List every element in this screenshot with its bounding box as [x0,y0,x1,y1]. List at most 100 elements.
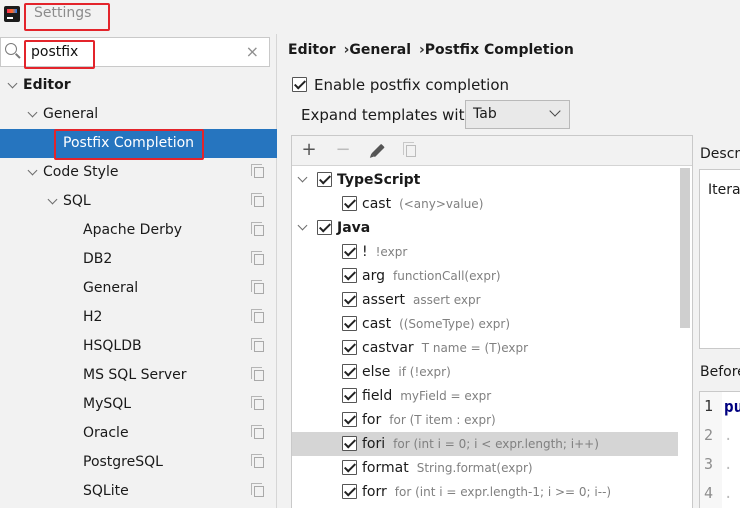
duplicate-template-button[interactable] [400,139,422,161]
sidebar-item-sql[interactable]: SQL [0,187,277,216]
chevron-down-icon[interactable] [298,174,308,184]
template-key: field myField = expr [362,388,492,404]
template-checkbox[interactable] [342,484,357,499]
breadcrumb-item: Postfix Completion [424,42,574,58]
breadcrumb-item[interactable]: Editor [288,42,336,58]
sidebar-item-sqlite[interactable]: SQLite [0,477,277,506]
breadcrumb: Editor ›General ›Postfix Completion [288,42,574,58]
breadcrumb-item[interactable]: General [349,42,411,58]
sidebar-item-label: H2 [83,309,103,325]
project-scope-icon [251,454,264,468]
template-checkbox[interactable] [342,460,357,475]
group-checkbox[interactable] [317,172,332,187]
templates-scrollbar[interactable] [680,168,690,328]
template-row[interactable]: castvar T name = (T)expr [292,336,678,360]
template-checkbox[interactable] [342,196,357,211]
template-checkbox[interactable] [342,364,357,379]
template-row[interactable]: else if (!expr) [292,360,678,384]
expand-key-value: Tab [473,106,497,122]
search-icon [5,43,17,55]
template-checkbox[interactable] [342,292,357,307]
code-indent-dots: . . [724,486,740,502]
sidebar-item-mysql[interactable]: MySQL [0,390,277,419]
sidebar-item-label: MS SQL Server [83,367,187,383]
template-checkbox[interactable] [342,244,357,259]
template-description: for (int i = expr.length-1; i >= 0; i--) [394,485,612,499]
project-scope-icon [251,222,264,236]
template-checkbox[interactable] [342,436,357,451]
sidebar-item-sql-general[interactable]: General [0,274,277,303]
template-row[interactable]: cast (<any>value) [292,192,678,216]
project-scope-icon [251,309,264,323]
before-label: Before [700,364,740,380]
project-scope-icon [251,164,264,178]
project-scope-icon [251,280,264,294]
description-text: Iterat [708,182,740,198]
template-description: functionCall(expr) [392,269,501,283]
sidebar-item-label: Postfix Completion [63,135,195,151]
template-row-selected[interactable]: fori for (int i = 0; i < expr.length; i++… [292,432,678,456]
template-key: cast ((SomeType) expr) [362,316,511,332]
template-row[interactable]: assert assert expr [292,288,678,312]
template-checkbox[interactable] [342,412,357,427]
enable-postfix-checkbox[interactable] [292,77,307,92]
sidebar-item-general[interactable]: General [0,100,277,129]
pencil-icon [371,143,385,158]
edit-template-button[interactable] [366,139,388,161]
clear-search-icon[interactable]: × [246,42,259,62]
template-group-java[interactable]: Java [292,216,678,240]
sidebar-item-label: SQL [63,193,91,209]
enable-postfix-label[interactable]: Enable postfix completion [314,76,509,94]
template-row[interactable]: format String.format(expr) [292,456,678,480]
copy-icon [403,142,416,157]
sidebar-item-editor[interactable]: Editor [0,71,277,100]
search-box: × [0,37,270,67]
template-description: assert expr [413,293,481,307]
chevron-down-icon [549,105,561,117]
template-row[interactable]: forr for (int i = expr.length-1; i >= 0; … [292,480,678,504]
description-label: Descrip [700,146,740,162]
template-checkbox[interactable] [342,388,357,403]
template-key: for for (T item : expr) [362,412,496,428]
template-description: ((SomeType) expr) [399,317,511,331]
sidebar-item-hsqldb[interactable]: HSQLDB [0,332,277,361]
template-row[interactable]: cast ((SomeType) expr) [292,312,678,336]
sidebar-item-ms-sql-server[interactable]: MS SQL Server [0,361,277,390]
expand-key-select[interactable]: Tab [465,100,570,129]
line-number: 2 [704,426,714,444]
template-checkbox[interactable] [342,316,357,331]
sidebar-item-postfix-completion[interactable]: Postfix Completion [0,129,277,158]
template-checkbox[interactable] [342,268,357,283]
sidebar-item-postgresql[interactable]: PostgreSQL [0,448,277,477]
sidebar-item-apache-derby[interactable]: Apache Derby [0,216,277,245]
add-template-button[interactable]: + [298,139,320,161]
template-key: else if (!expr) [362,364,451,380]
template-key: fori for (int i = 0; i < expr.length; i++… [362,436,599,452]
template-description: !expr [375,245,408,259]
sidebar-item-oracle[interactable]: Oracle [0,419,277,448]
templates-panel: + − TypeScript cast (<any>value) Java ! !e… [291,135,693,508]
chevron-down-icon[interactable] [8,80,18,90]
template-row[interactable]: field myField = expr [292,384,678,408]
remove-template-button[interactable]: − [332,139,354,161]
template-row[interactable]: for for (T item : expr) [292,408,678,432]
chevron-down-icon[interactable] [298,222,308,232]
project-scope-icon [251,483,264,497]
template-row[interactable]: arg functionCall(expr) [292,264,678,288]
settings-sidebar: × Editor General Postfix Completion Code… [0,34,277,508]
title-bar: Settings [0,0,740,34]
chevron-down-icon[interactable] [48,196,58,206]
sidebar-item-code-style[interactable]: Code Style [0,158,277,187]
chevron-down-icon[interactable] [28,167,38,177]
template-row[interactable]: ! !expr [292,240,678,264]
group-checkbox[interactable] [317,220,332,235]
template-checkbox[interactable] [342,340,357,355]
line-gutter: 1 2 3 4 [700,392,722,508]
sidebar-item-h2[interactable]: H2 [0,303,277,332]
template-key: assert assert expr [362,292,481,308]
search-input[interactable] [31,41,231,63]
sidebar-item-db2[interactable]: DB2 [0,245,277,274]
chevron-down-icon[interactable] [28,109,38,119]
project-scope-icon [251,251,264,265]
template-group-typescript[interactable]: TypeScript [292,168,678,192]
